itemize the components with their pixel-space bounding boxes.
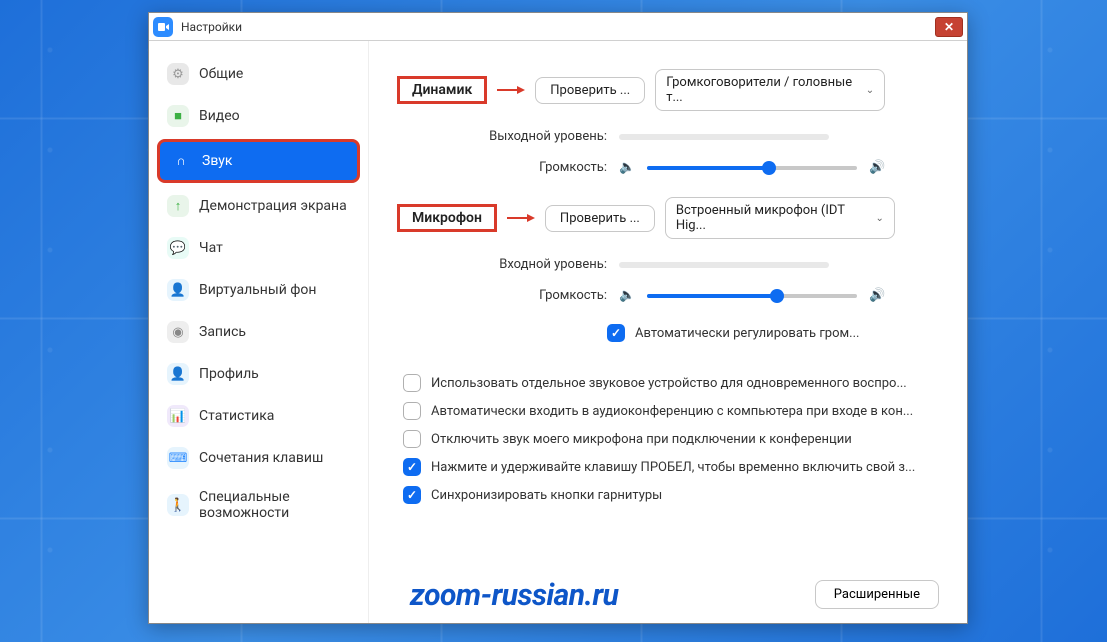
record-icon: ◉ [167,321,189,343]
speaker-device-select[interactable]: Громкоговорители / головные т... ⌄ [655,69,885,111]
video-icon: ■ [167,105,189,127]
gear-icon: ⚙ [167,63,189,85]
option-checkbox-2[interactable] [403,430,421,448]
microphone-section: Микрофон Проверить ... Встроенный микроф… [397,197,939,347]
speaker-volume-label: Громкость: [467,160,607,175]
microphone-volume-label: Громкость: [467,288,607,303]
option-label: Нажмите и удерживайте клавишу ПРОБЕЛ, чт… [431,460,915,475]
option-row-1[interactable]: Автоматически входить в аудиоконференцию… [397,397,939,425]
profile-icon: 👤 [167,363,189,385]
microphone-device-value: Встроенный микрофон (IDT Hig... [676,203,870,233]
speaker-level-meter [619,134,829,140]
speaker-heading: Динамик [397,76,487,104]
sidebar-item-label: Видео [199,108,240,124]
headphones-icon: ∩ [170,150,192,172]
sidebar: ⚙ Общие ■ Видео ∩ Звук ↑ Демонстрация экрана 💬 Ча… [149,41,369,623]
close-icon: ✕ [944,20,954,34]
speaker-test-button[interactable]: Проверить ... [535,77,645,104]
microphone-test-button[interactable]: Проверить ... [545,205,655,232]
option-row-3[interactable]: Нажмите и удерживайте клавишу ПРОБЕЛ, чт… [397,453,939,481]
auto-adjust-label: Автоматически регулировать гром... [635,326,859,341]
watermark: zoom-russian.ru [410,578,618,613]
sidebar-item-label: Профиль [199,366,259,382]
option-label: Использовать отдельное звуковое устройст… [431,376,907,391]
option-label: Синхронизировать кнопки гарнитуры [431,488,662,503]
titlebar: Настройки ✕ [149,13,967,41]
options-list: Использовать отдельное звуковое устройст… [397,369,939,509]
option-checkbox-0[interactable] [403,374,421,392]
speaker-section: Динамик Проверить ... Громкоговорители /… [397,69,939,175]
sidebar-item-label: Статистика [199,408,274,424]
sidebar-item-5[interactable]: 👤 Виртуальный фон [157,271,360,309]
auto-adjust-row[interactable]: Автоматически регулировать гром... [397,319,939,347]
option-checkbox-1[interactable] [403,402,421,420]
option-checkbox-4[interactable] [403,486,421,504]
auto-adjust-checkbox[interactable] [607,324,625,342]
speaker-volume-slider[interactable] [647,166,857,170]
accessibility-icon: 🚶 [167,494,189,516]
sidebar-item-4[interactable]: 💬 Чат [157,229,360,267]
microphone-level-meter [619,262,829,268]
sidebar-item-label: Общие [199,66,243,82]
speaker-level-label: Выходной уровень: [467,129,607,144]
stats-icon: 📊 [167,405,189,427]
volume-low-icon: 🔈 [619,288,635,303]
microphone-device-select[interactable]: Встроенный микрофон (IDT Hig... ⌄ [665,197,895,239]
option-label: Отключить звук моего микрофона при подкл… [431,432,852,447]
option-label: Автоматически входить в аудиоконференцию… [431,404,913,419]
main-panel: Динамик Проверить ... Громкоговорители /… [369,41,967,623]
sidebar-item-label: Виртуальный фон [199,282,316,298]
share-icon: ↑ [167,195,189,217]
app-icon [153,17,173,37]
sidebar-item-3[interactable]: ↑ Демонстрация экрана [157,187,360,225]
microphone-volume-slider[interactable] [647,294,857,298]
sidebar-item-label: Сочетания клавиш [199,450,323,466]
slider-thumb [770,289,784,303]
arrow-icon [527,214,535,222]
slider-fill [647,166,769,170]
close-button[interactable]: ✕ [935,17,963,37]
option-row-2[interactable]: Отключить звук моего микрофона при подкл… [397,425,939,453]
volume-high-icon: 🔊 [869,288,885,303]
background-icon: 👤 [167,279,189,301]
window-title: Настройки [181,20,242,34]
option-row-4[interactable]: Синхронизировать кнопки гарнитуры [397,481,939,509]
chevron-down-icon: ⌄ [875,213,883,224]
sidebar-item-0[interactable]: ⚙ Общие [157,55,360,93]
chat-icon: 💬 [167,237,189,259]
option-checkbox-3[interactable] [403,458,421,476]
arrow-icon [517,86,525,94]
sidebar-item-label: Специальные возможности [199,489,350,521]
volume-high-icon: 🔊 [869,160,885,175]
option-row-0[interactable]: Использовать отдельное звуковое устройст… [397,369,939,397]
sidebar-item-1[interactable]: ■ Видео [157,97,360,135]
sidebar-item-label: Запись [199,324,246,340]
slider-thumb [762,161,776,175]
sidebar-item-6[interactable]: ◉ Запись [157,313,360,351]
microphone-heading: Микрофон [397,204,497,232]
sidebar-item-9[interactable]: ⌨ Сочетания клавиш [157,439,360,477]
sidebar-item-7[interactable]: 👤 Профиль [157,355,360,393]
sidebar-item-label: Звук [202,153,232,169]
chevron-down-icon: ⌄ [866,85,874,96]
sidebar-item-2[interactable]: ∩ Звук [157,139,360,183]
slider-fill [647,294,777,298]
keyboard-icon: ⌨ [167,447,189,469]
settings-window: Настройки ✕ ⚙ Общие ■ Видео ∩ Звук ↑ Демонстрац… [148,12,968,624]
sidebar-item-8[interactable]: 📊 Статистика [157,397,360,435]
speaker-device-value: Громкоговорители / головные т... [666,75,860,105]
sidebar-item-label: Демонстрация экрана [199,198,347,214]
microphone-level-label: Входной уровень: [467,257,607,272]
volume-low-icon: 🔈 [619,160,635,175]
sidebar-item-label: Чат [199,240,223,256]
sidebar-item-10[interactable]: 🚶 Специальные возможности [157,481,360,529]
advanced-button[interactable]: Расширенные [815,580,939,609]
